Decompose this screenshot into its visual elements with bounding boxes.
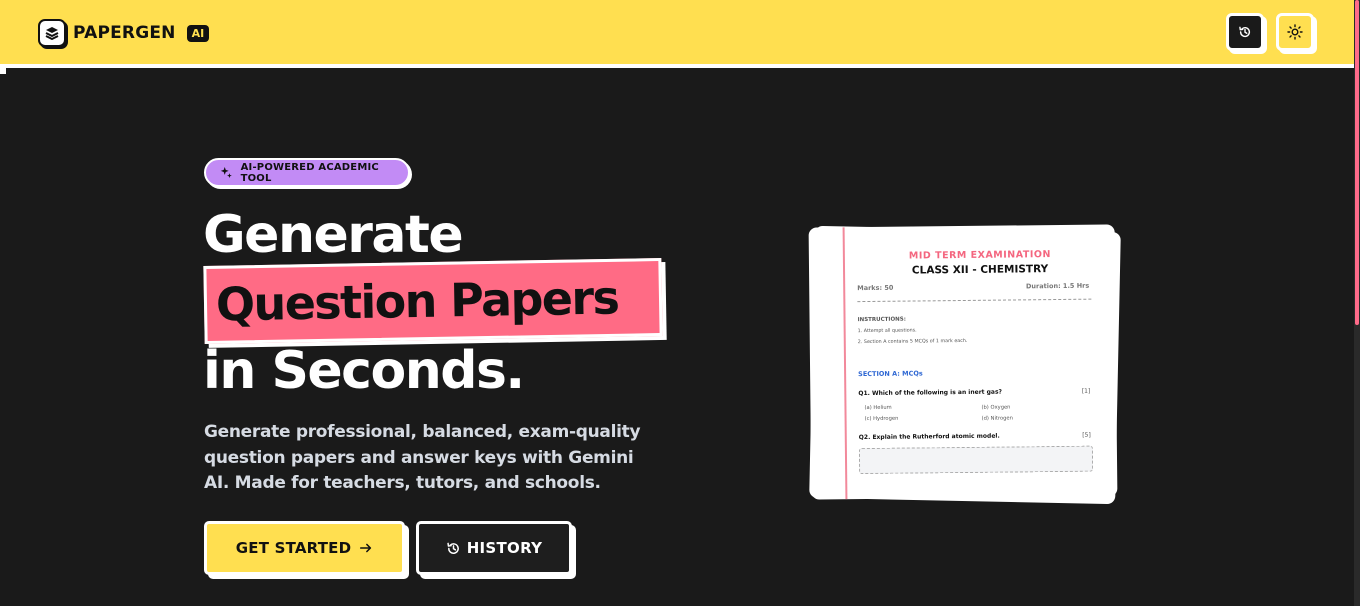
instruction-item: 2. Section A contains 5 MCQs of 1 mark e…	[857, 338, 968, 346]
question-paper-preview: MID TERM EXAMINATION CLASS XII - CHEMIST…	[808, 224, 1118, 500]
answer-box	[858, 445, 1094, 475]
option-c: (c) Hydrogen	[864, 415, 899, 423]
layers-icon	[38, 19, 66, 47]
app-name: PAPERGEN	[73, 23, 176, 43]
history-button[interactable]	[1226, 13, 1264, 51]
theme-toggle-button[interactable]	[1276, 13, 1314, 51]
exam-duration: Duration: 1.5 Hrs	[1025, 281, 1090, 291]
history-cta-button[interactable]: HISTORY	[416, 521, 572, 575]
top-navbar: PAPERGEN AI	[0, 0, 1354, 68]
badge-label: AI-POWERED ACADEMIC TOOL	[240, 161, 379, 184]
history-icon	[1239, 26, 1251, 38]
option-b: (b) Oxygen	[981, 404, 1011, 411]
question-1-marks: [1]	[1081, 387, 1091, 395]
question-1: Q1. Which of the following is an inert g…	[858, 388, 1003, 398]
header-divider	[857, 298, 1092, 303]
instruction-item: 1. Attempt all questions.	[857, 328, 917, 335]
hero-title-line3: in Seconds.	[203, 341, 525, 401]
hero-title-line1: Generate	[203, 205, 464, 265]
exam-name: MID TERM EXAMINATION	[908, 249, 1051, 262]
get-started-button[interactable]: GET STARTED	[204, 521, 405, 575]
header-edge	[0, 68, 6, 74]
ai-tool-badge: AI-POWERED ACADEMIC TOOL	[204, 158, 410, 187]
hero-description: Generate professional, balanced, exam-qu…	[204, 422, 641, 493]
question-2-marks: [5]	[1082, 431, 1091, 439]
total-marks: Marks: 50	[857, 283, 894, 293]
option-a: (a) Helium	[864, 404, 892, 412]
instructions-title: INSTRUCTIONS:	[857, 316, 906, 324]
get-started-label: GET STARTED	[235, 539, 352, 557]
sun-icon	[1287, 24, 1303, 40]
logo[interactable]: PAPERGEN AI	[38, 19, 210, 47]
option-d: (d) Nitrogen	[981, 415, 1013, 422]
history-icon	[447, 542, 459, 554]
arrow-right-icon	[360, 543, 372, 553]
question-2: Q2. Explain the Rutherford atomic model.	[858, 432, 1000, 442]
ai-badge: AI	[186, 24, 210, 42]
scrollbar-thumb[interactable]	[1355, 0, 1359, 325]
section-title: SECTION A: MCQs	[858, 369, 923, 379]
history-cta-label: HISTORY	[466, 539, 543, 557]
class-subject: CLASS XII - CHEMISTRY	[911, 263, 1049, 277]
hero-title-highlight: Question Papers	[215, 270, 619, 332]
sparkles-icon	[220, 166, 232, 179]
